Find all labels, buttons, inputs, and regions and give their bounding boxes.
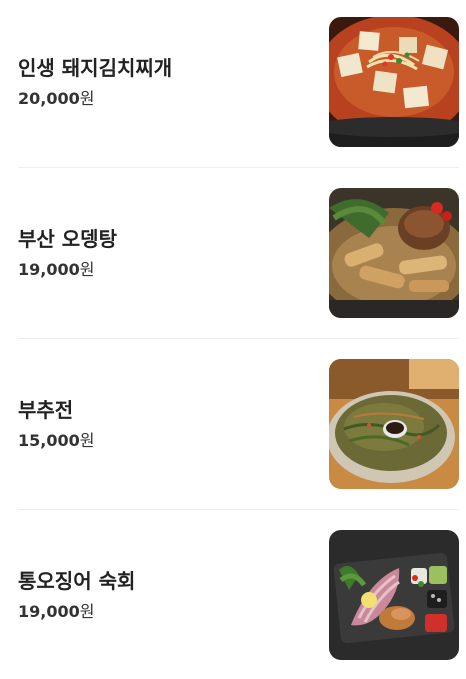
menu-item-name: 인생 돼지김치찌개 (18, 56, 173, 80)
currency-suffix: 원 (79, 602, 95, 621)
menu-item-name: 통오징어 숙회 (18, 569, 136, 593)
currency-suffix: 원 (79, 260, 95, 279)
menu-item-text: 부추전 15,000원 (18, 395, 94, 453)
menu-list: 인생 돼지김치찌개 20,000원 부산 오뎅탕 19,000원 부추전 15,… (0, 0, 466, 679)
price-value: 20,000 (18, 89, 80, 108)
divider (18, 338, 459, 339)
fishcake-soup-photo[interactable] (329, 188, 459, 318)
menu-item-text: 부산 오뎅탕 19,000원 (18, 224, 117, 282)
menu-item-squid-sashimi[interactable]: 통오징어 숙회 19,000원 (18, 530, 459, 660)
squid-sashimi-photo[interactable] (329, 530, 459, 660)
menu-item-text: 통오징어 숙회 19,000원 (18, 566, 135, 624)
menu-item-price: 19,000원 (18, 600, 135, 624)
menu-item-name: 부산 오뎅탕 (18, 227, 117, 251)
price-value: 19,000 (18, 602, 80, 621)
currency-suffix: 원 (79, 89, 95, 108)
divider (18, 167, 459, 168)
price-value: 19,000 (18, 260, 80, 279)
menu-item-name: 부추전 (18, 398, 74, 422)
menu-item-fishcake-soup[interactable]: 부산 오뎅탕 19,000원 (18, 188, 459, 318)
menu-item-chive-pancake[interactable]: 부추전 15,000원 (18, 359, 459, 489)
chive-pancake-photo[interactable] (329, 359, 459, 489)
menu-item-text: 인생 돼지김치찌개 20,000원 (18, 53, 172, 111)
divider (18, 509, 459, 510)
menu-item-price: 20,000원 (18, 87, 172, 111)
menu-item-price: 15,000원 (18, 429, 94, 453)
kimchi-stew-photo[interactable] (329, 17, 459, 147)
menu-item-price: 19,000원 (18, 258, 117, 282)
currency-suffix: 원 (79, 431, 95, 450)
menu-item-kimchi-stew[interactable]: 인생 돼지김치찌개 20,000원 (18, 17, 459, 147)
price-value: 15,000 (18, 431, 80, 450)
